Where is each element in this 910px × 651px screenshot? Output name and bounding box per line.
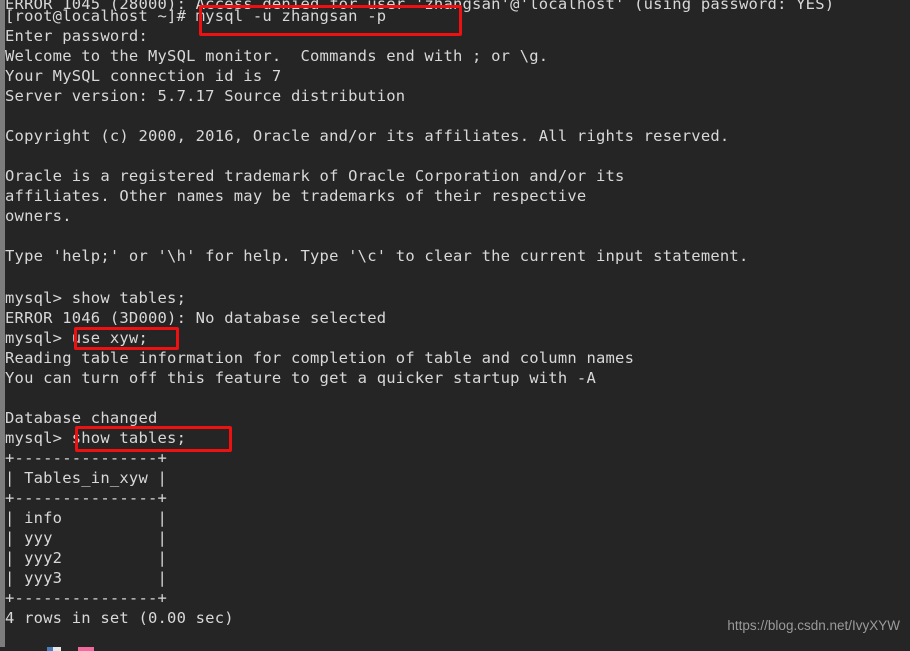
- terminal-line: ERROR 1046 (3D000): No database selected: [5, 309, 387, 327]
- terminal-output[interactable]: ERROR 1045 (28000): Access denied for us…: [5, 0, 910, 651]
- taskbar-chip-pink: [78, 647, 94, 651]
- terminal-line: mysql> show tables;: [5, 289, 187, 307]
- table-border-middle: +---------------+: [5, 489, 168, 507]
- desktop-edge-strip: [0, 647, 910, 651]
- terminal-line: Database changed: [5, 409, 158, 427]
- terminal-line: Oracle is a registered trademark of Orac…: [5, 167, 625, 185]
- terminal-line: mysql> use xyw;: [5, 329, 148, 347]
- table-row: | yyy2 |: [5, 549, 168, 567]
- terminal-line: Server version: 5.7.17 Source distributi…: [5, 87, 406, 105]
- terminal-window: ERROR 1045 (28000): Access denied for us…: [0, 0, 910, 651]
- watermark-url: https://blog.csdn.net/IvyXYW: [727, 618, 900, 633]
- terminal-line: mysql> show tables;: [5, 429, 187, 447]
- table-header-row: | Tables_in_xyw |: [5, 469, 168, 487]
- terminal-line: Enter password:: [5, 27, 148, 45]
- terminal-line: Copyright (c) 2000, 2016, Oracle and/or …: [5, 127, 730, 145]
- scrollbar-thumb[interactable]: [0, 0, 5, 651]
- table-border-bottom: +---------------+: [5, 589, 168, 607]
- table-row: | yyy3 |: [5, 569, 168, 587]
- terminal-line: owners.: [5, 207, 72, 225]
- table-border-top: +---------------+: [5, 449, 168, 467]
- terminal-scrollbar[interactable]: [0, 0, 5, 651]
- terminal-line: You can turn off this feature to get a q…: [5, 369, 596, 387]
- table-row: | info |: [5, 509, 168, 527]
- taskbar-chip-white: [53, 647, 61, 651]
- terminal-line: Reading table information for completion…: [5, 349, 635, 367]
- terminal-line: [root@localhost ~]# mysql -u zhangsan -p: [5, 7, 387, 25]
- result-summary: 4 rows in set (0.00 sec): [5, 609, 234, 627]
- terminal-line: affiliates. Other names may be trademark…: [5, 187, 587, 205]
- terminal-line: Welcome to the MySQL monitor. Commands e…: [5, 47, 549, 65]
- terminal-line: Type 'help;' or '\h' for help. Type '\c'…: [5, 247, 749, 265]
- table-row: | yyy |: [5, 529, 168, 547]
- terminal-line: Your MySQL connection id is 7: [5, 67, 282, 85]
